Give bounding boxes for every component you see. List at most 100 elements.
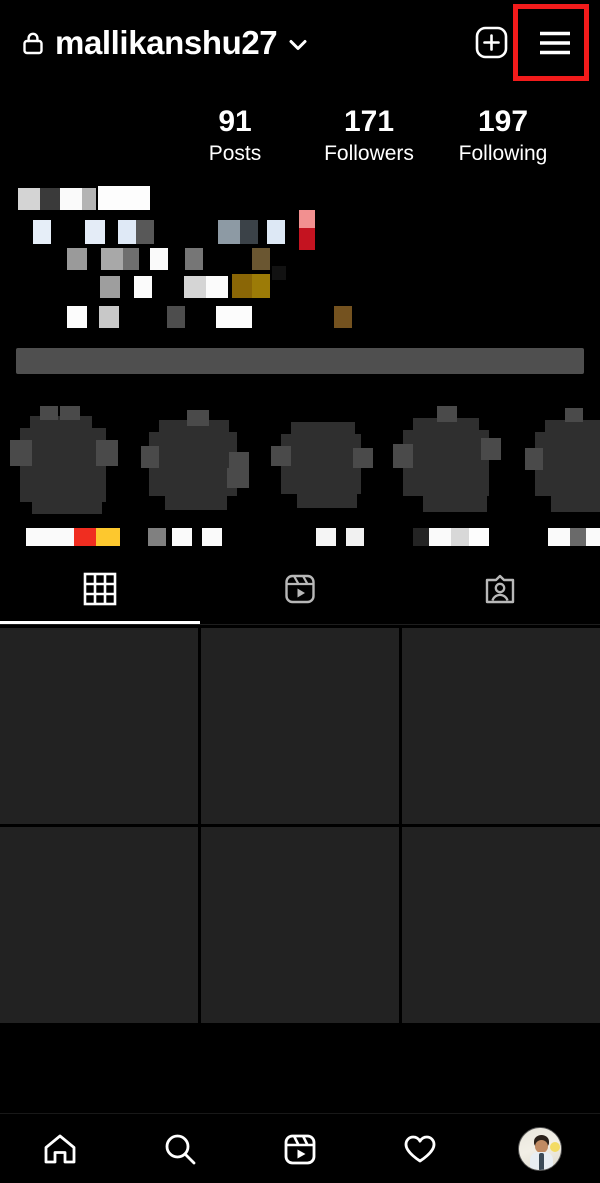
bio-censor-block [218,220,240,244]
highlight-censor-block [165,492,227,510]
bio-censor-block [167,306,185,328]
stat-following[interactable]: 197 Following [436,107,570,165]
story-highlight[interactable] [269,406,385,546]
highlight-label-block [96,528,120,546]
highlight-label-block [316,528,336,546]
following-label: Following [458,142,548,165]
highlight-censor-block [281,434,361,494]
bio-censor-block [267,220,285,244]
highlight-label-block [586,528,600,546]
story-highlight-label-censored [26,528,120,546]
bio-censor-block [240,220,258,244]
post-grid-tile[interactable] [201,827,399,1023]
bio-censor-block [60,188,82,210]
chevron-down-icon[interactable] [288,38,308,52]
post-grid-tile[interactable] [201,628,399,824]
top-bar: mallikanshu27 [0,0,600,85]
hamburger-menu-icon [540,31,570,54]
post-grid [0,625,600,1113]
story-highlight[interactable] [393,406,509,546]
followers-label: Followers [324,142,414,165]
highlight-censor-block [481,438,501,460]
grid-icon [83,572,117,605]
tab-grid[interactable] [0,553,200,624]
profile-action-bar[interactable] [16,348,584,374]
story-highlight[interactable] [525,406,600,546]
highlight-censor-block [565,408,583,422]
username-label: mallikanshu27 [55,24,278,61]
stat-followers[interactable]: 171 Followers [302,107,436,165]
nav-activity[interactable] [360,1130,480,1168]
nav-reels[interactable] [240,1130,360,1168]
menu-button[interactable] [536,24,574,62]
highlight-censor-block [149,432,237,496]
highlight-censor-block [403,430,489,496]
highlight-censor-block [525,448,543,470]
highlight-censor-block [551,494,600,512]
stat-posts[interactable]: 91 Posts [168,107,302,165]
highlight-label-block [148,528,166,546]
story-highlight-label-censored [148,528,222,546]
bio-censor-block [252,274,270,298]
tagged-person-icon [485,574,515,603]
highlight-label-block [26,528,74,546]
post-grid-tile[interactable] [402,628,600,824]
highlight-label-block [202,528,222,546]
highlight-censor-block [271,446,291,466]
bio-censor-block [40,188,60,210]
post-grid-tile[interactable] [402,827,600,1023]
highlight-censor-block [20,428,106,502]
home-icon [44,1134,76,1163]
post-grid-tile[interactable] [0,628,198,824]
bio-censor-block [33,220,51,244]
highlight-censor-block [10,440,32,466]
bio-censor-block [184,276,206,298]
bio-censor-block [99,306,119,328]
highlight-label-block [74,528,96,546]
nav-search[interactable] [120,1130,240,1168]
story-highlight-label-censored [548,528,600,546]
story-highlight[interactable] [10,406,126,546]
story-highlights-row [0,398,600,553]
highlight-label-block [413,528,429,546]
add-post-button[interactable] [475,26,508,59]
tab-reels[interactable] [200,553,400,624]
bio-censor-block [185,248,203,270]
username-header[interactable]: mallikanshu27 [22,26,308,59]
post-grid-tile[interactable] [0,827,198,1023]
story-highlight-thumb-censored [393,406,505,514]
profile-action-bar-region [0,334,600,392]
highlight-label-block [570,528,586,546]
nav-profile[interactable] [480,1126,600,1171]
lock-icon [23,32,43,54]
highlight-censor-block [437,406,457,422]
highlight-censor-block [141,446,159,468]
search-icon [165,1134,196,1164]
bio-censor-block [67,306,87,328]
bio-censor-block [206,276,228,298]
nav-home[interactable] [0,1130,120,1168]
bottom-navigation [0,1113,600,1183]
bio-censor-block [18,188,40,210]
highlight-label-block [429,528,451,546]
highlight-censor-block [393,444,413,468]
highlight-censor-block [40,406,58,420]
bio-censor-block [123,248,139,270]
profile-bio-censored [0,182,600,334]
highlight-censor-block [96,440,118,466]
bio-censor-block [232,274,252,298]
bio-censor-block [67,248,87,270]
reels-icon [284,1134,316,1164]
story-highlight-thumb-censored [269,406,381,514]
bio-censor-block [150,248,168,270]
bio-censor-block [252,248,270,270]
heart-icon [404,1135,436,1162]
bio-censor-block [299,228,315,250]
highlight-label-block [548,528,570,546]
profile-tabs [0,553,600,625]
story-highlight[interactable] [141,406,257,546]
tab-tagged[interactable] [400,553,600,624]
bio-censor-block [216,306,252,328]
reels-icon [285,574,315,603]
plus-square-icon [475,26,508,59]
